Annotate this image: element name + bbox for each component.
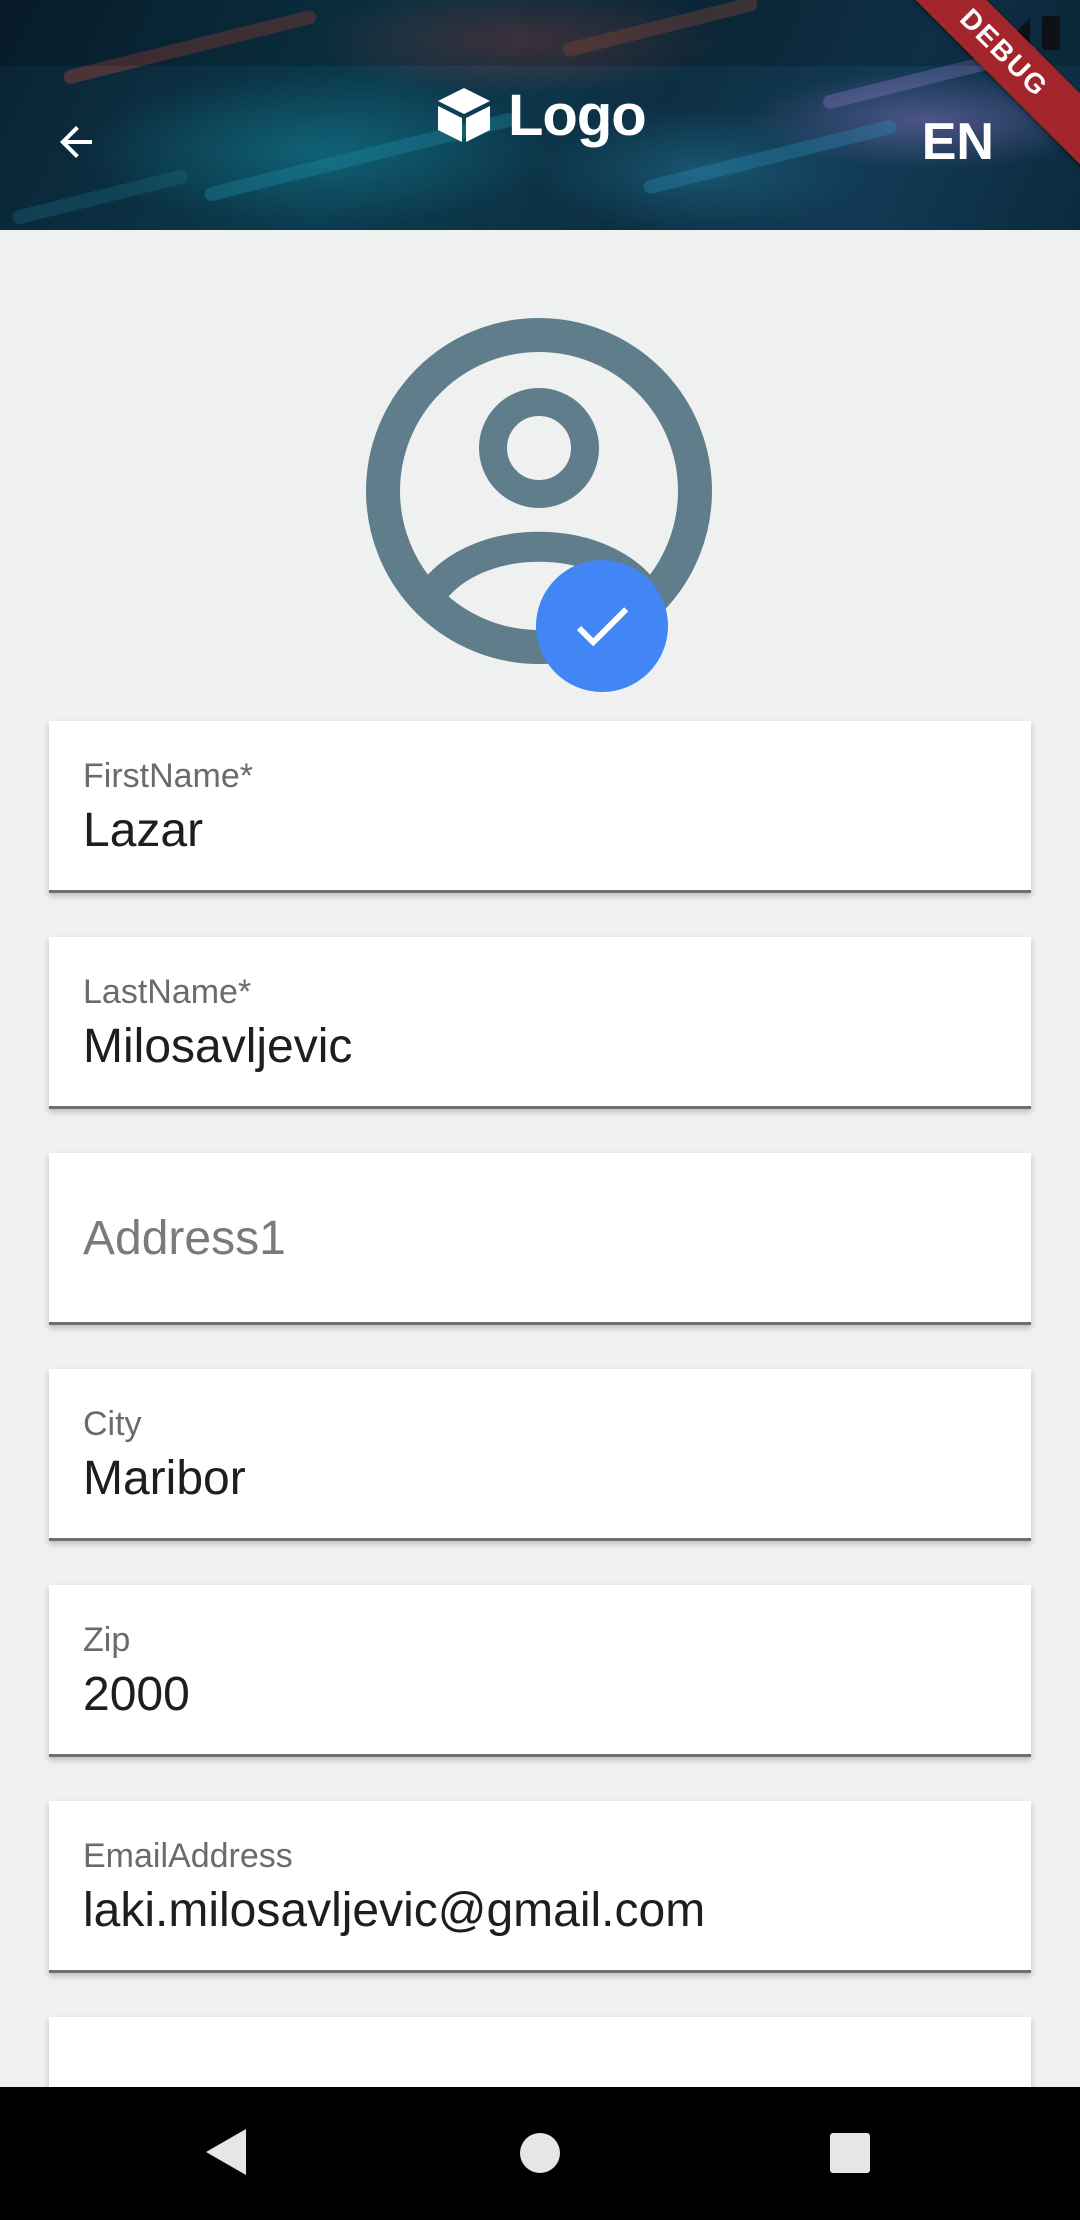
email-field[interactable]: EmailAddress laki.milosavljevic@gmail.co…	[49, 1801, 1031, 1973]
avatar-confirm-button[interactable]	[536, 560, 668, 692]
arrow-back-icon	[60, 126, 92, 158]
city-field[interactable]: City Maribor	[49, 1369, 1031, 1541]
battery-icon	[1042, 16, 1060, 50]
triangle-back-icon[interactable]	[204, 2127, 248, 2177]
system-nav-bar	[0, 2087, 1080, 2220]
last-name-field[interactable]: LastName* Milosavljevic	[49, 937, 1031, 1109]
language-button[interactable]: EN	[922, 112, 994, 172]
app-logo: Logo	[436, 80, 647, 150]
status-bar	[0, 0, 1080, 66]
circle-home-icon[interactable]	[519, 2132, 561, 2174]
first-name-field[interactable]: FirstName* Lazar	[49, 721, 1031, 893]
email-label: EmailAddress	[83, 1837, 293, 1875]
back-button[interactable]	[44, 110, 108, 174]
zip-value: 2000	[83, 1668, 190, 1721]
address1-placeholder: Address1	[83, 1212, 286, 1265]
address1-field[interactable]: Address1	[49, 1153, 1031, 1325]
last-name-label: LastName*	[83, 973, 252, 1011]
square-recents-icon[interactable]	[829, 2132, 871, 2174]
city-label: City	[83, 1405, 142, 1443]
email-value: laki.milosavljevic@gmail.com	[83, 1884, 706, 1937]
city-value: Maribor	[83, 1452, 246, 1505]
zip-label: Zip	[83, 1621, 131, 1659]
zip-field[interactable]: Zip 2000	[49, 1585, 1031, 1757]
first-name-label: FirstName*	[83, 757, 254, 795]
check-icon	[576, 607, 629, 647]
app-header: Logo EN DEBUG	[0, 0, 1080, 230]
logo-text: Logo	[508, 82, 647, 148]
first-name-value: Lazar	[83, 804, 204, 857]
cube-icon	[438, 88, 490, 142]
last-name-value: Milosavljevic	[83, 1020, 353, 1073]
